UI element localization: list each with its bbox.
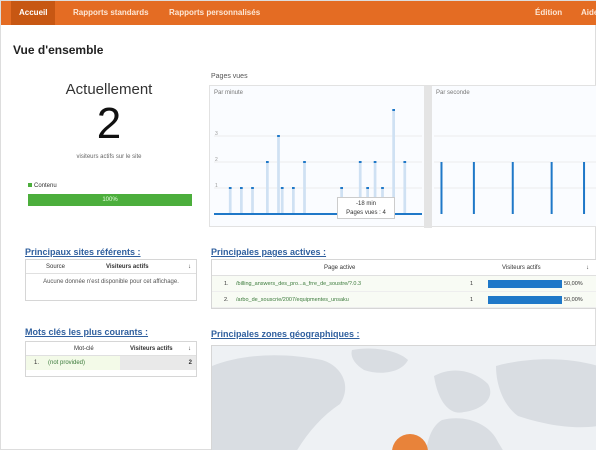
legend-content: Contenu bbox=[28, 183, 57, 189]
bar-second bbox=[583, 162, 586, 214]
tab-aide[interactable]: Aide bbox=[573, 1, 596, 25]
row-index: 1. bbox=[224, 281, 229, 287]
land-europe bbox=[434, 370, 491, 413]
bar-minute-cap bbox=[303, 161, 306, 163]
bar-second bbox=[511, 162, 514, 214]
tooltip-time: -18 min bbox=[355, 201, 376, 207]
referrers-header: Source Visiteurs actifs ↓ bbox=[26, 260, 196, 274]
col-source[interactable]: Source bbox=[46, 264, 65, 270]
bar-minute-cap bbox=[381, 187, 384, 189]
bar-minute-cap bbox=[366, 187, 369, 189]
legend-label: Contenu bbox=[34, 183, 57, 189]
bar-minute-cap bbox=[280, 187, 284, 189]
page-link[interactable]: /billing_answers_des_pro...a_frre_de_sou… bbox=[236, 281, 361, 287]
top-navigation: Accueil Rapports standards Rapports pers… bbox=[1, 1, 596, 25]
col-active-visitors[interactable]: Visiteurs actifs bbox=[106, 264, 149, 270]
active-pages-table: Page active Visiteurs actifs ↓ 1. /billi… bbox=[211, 259, 596, 309]
keywords-table: Mot-clé Visiteurs actifs ↓ 1. (not provi… bbox=[25, 341, 197, 377]
keyword-link[interactable]: (not provided) bbox=[48, 360, 85, 366]
page-count: 1 bbox=[470, 281, 474, 287]
table-row: 2. /arbo_de_souscrie/2007/equipmentes_un… bbox=[212, 292, 596, 308]
y-tick-label: 3 bbox=[215, 131, 218, 137]
y-tick-label: 2 bbox=[215, 157, 218, 163]
bar-minute-cap bbox=[240, 187, 243, 189]
bar-minute-cap bbox=[340, 187, 343, 189]
tab-rapports-standards[interactable]: Rapports standards bbox=[65, 1, 157, 25]
bar-minute-cap bbox=[392, 109, 395, 111]
legend-swatch bbox=[28, 183, 32, 188]
bar-minute bbox=[251, 188, 254, 214]
world-map-svg bbox=[212, 348, 596, 450]
bar-minute bbox=[403, 162, 407, 214]
referrers-empty-message: Aucune donnée n'est disponible pour cet … bbox=[43, 279, 179, 285]
page-link[interactable]: /arbo_de_souscrie/2007/equipmentes_unsak… bbox=[236, 297, 349, 303]
chart-tooltip: -18 min Pages vues : 4 bbox=[337, 197, 395, 219]
page-share-bar bbox=[488, 280, 562, 288]
col-keyword-visitors[interactable]: Visiteurs actifs bbox=[130, 346, 173, 352]
bar-minute bbox=[277, 136, 280, 214]
pageviews-title: Pages vues bbox=[211, 73, 248, 80]
land-greenland bbox=[351, 348, 408, 373]
col-active-page[interactable]: Page active bbox=[324, 265, 355, 271]
sort-arrow-icon[interactable]: ↓ bbox=[188, 264, 191, 270]
bar-minute-cap bbox=[292, 187, 295, 189]
col-keyword[interactable]: Mot-clé bbox=[74, 346, 94, 352]
bar-minute-cap bbox=[358, 161, 362, 163]
tab-rapports-personnalises[interactable]: Rapports personnalisés bbox=[161, 1, 268, 25]
page-share-pct: 50,00% bbox=[564, 297, 583, 303]
land-asia bbox=[496, 359, 596, 428]
land-africa bbox=[426, 418, 503, 450]
referrers-table: Source Visiteurs actifs ↓ Aucune donnée … bbox=[25, 259, 197, 301]
bar-minute-cap bbox=[403, 161, 407, 163]
sort-arrow-icon[interactable]: ↓ bbox=[188, 346, 191, 352]
bar-second bbox=[472, 162, 475, 214]
sort-arrow-icon[interactable]: ↓ bbox=[586, 265, 589, 271]
active-visitors-count: 2 bbox=[96, 99, 122, 148]
location-marker[interactable] bbox=[392, 434, 428, 450]
active-visitors-caption: visiteurs actifs sur le site bbox=[76, 154, 142, 160]
keywords-title[interactable]: Mots clés les plus courants : bbox=[25, 327, 148, 337]
dashboard-frame: Accueil Rapports standards Rapports pers… bbox=[0, 0, 596, 450]
page-share-pct: 50,00% bbox=[564, 281, 583, 287]
table-row: 1. /billing_answers_des_pro...a_frre_de_… bbox=[212, 276, 596, 292]
bar-minute bbox=[303, 162, 306, 214]
keywords-header: Mot-clé Visiteurs actifs ↓ bbox=[26, 342, 196, 356]
page-share-bar bbox=[488, 296, 562, 304]
bar-minute bbox=[240, 188, 243, 214]
table-row: 1. (not provided) 2 bbox=[26, 356, 196, 370]
geo-title[interactable]: Principales zones géographiques : bbox=[211, 329, 360, 339]
bar-second bbox=[550, 162, 553, 214]
keyword-count: 2 bbox=[120, 356, 196, 370]
active-pages-header: Page active Visiteurs actifs ↓ bbox=[212, 260, 596, 276]
tab-accueil[interactable]: Accueil bbox=[11, 1, 56, 25]
current-label: Actuellement bbox=[65, 81, 153, 98]
tab-edition[interactable]: Édition bbox=[527, 1, 570, 25]
row-index: 1. bbox=[34, 360, 40, 366]
page-title: Vue d'ensemble bbox=[13, 43, 104, 57]
tooltip-value: Pages vues : 4 bbox=[346, 210, 386, 216]
active-pages-title[interactable]: Principales pages actives : bbox=[211, 247, 326, 257]
land-north-america bbox=[212, 355, 346, 450]
pageviews-chart-svg: 1 2 3 bbox=[214, 109, 596, 215]
world-map[interactable] bbox=[211, 345, 596, 450]
bar-minute-cap bbox=[251, 187, 254, 189]
page-count: 1 bbox=[470, 297, 474, 303]
referrers-title[interactable]: Principaux sites référents : bbox=[25, 247, 141, 257]
bar-minute-cap bbox=[266, 161, 269, 163]
bar-minute-cap bbox=[277, 135, 280, 137]
bar-minute bbox=[292, 188, 295, 214]
y-tick-label: 1 bbox=[215, 183, 218, 189]
bar-minute-cap bbox=[228, 187, 232, 189]
bar-minute-cap bbox=[373, 161, 377, 163]
row-index: 2. bbox=[224, 297, 229, 303]
col-page-visitors[interactable]: Visiteurs actifs bbox=[502, 265, 541, 271]
content-share-bar: 100% bbox=[28, 194, 192, 206]
bar-minute bbox=[228, 188, 232, 214]
bar-second bbox=[440, 162, 443, 214]
bar-minute bbox=[280, 188, 284, 214]
bar-minute bbox=[266, 162, 269, 214]
pageviews-chart: Par minute Par seconde 123 bbox=[209, 85, 596, 228]
